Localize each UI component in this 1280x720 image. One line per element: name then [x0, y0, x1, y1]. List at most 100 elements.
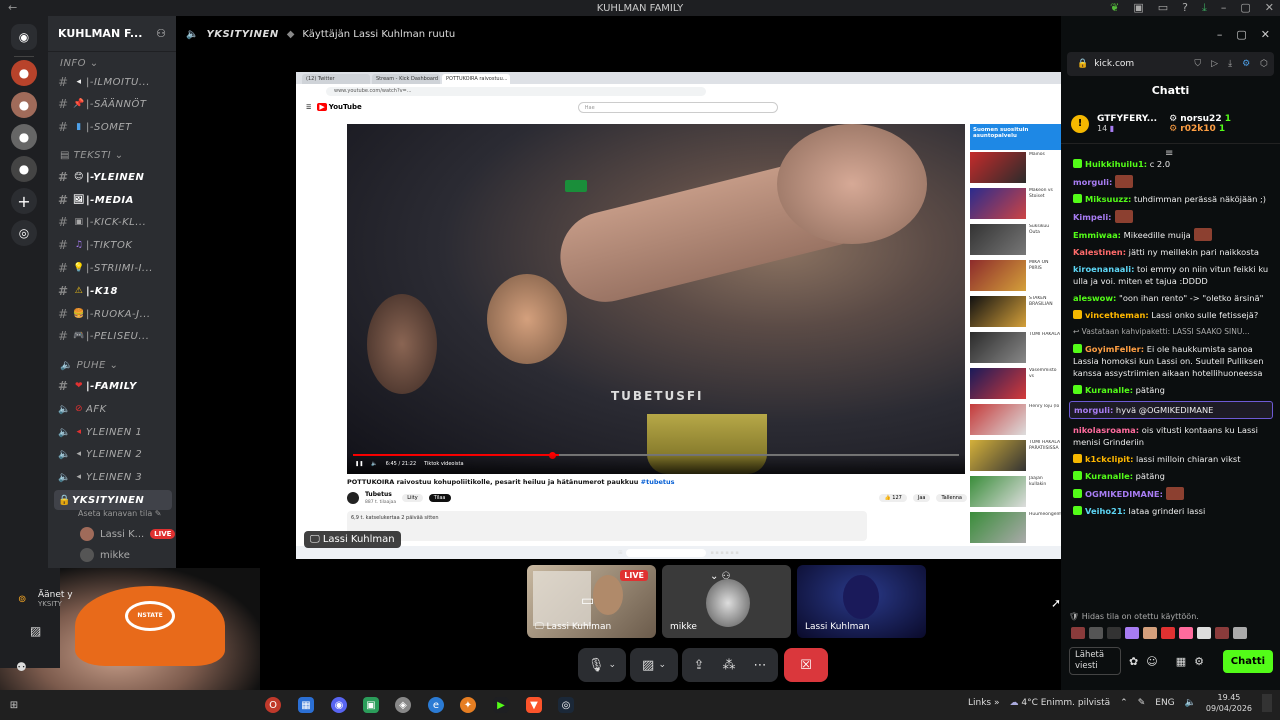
channel-somet[interactable]: # ▮ |-SOMET — [58, 117, 170, 137]
maximize-icon[interactable]: ▢ — [1240, 1, 1250, 15]
pen-icon[interactable]: ✎ — [1138, 698, 1146, 708]
channel-peliseura[interactable]: # 🎮 |-PELISEU... — [58, 326, 170, 346]
speaker-icon[interactable]: 🔈 — [1185, 698, 1196, 708]
chat-input[interactable]: Lähetä viesti — [1069, 647, 1121, 675]
download-icon[interactable]: ⤓ — [1228, 59, 1232, 69]
chat-username[interactable]: Kimpeli: — [1073, 212, 1112, 222]
discord-icon[interactable]: ◉ — [331, 697, 347, 713]
voice-member[interactable]: Lassi K... LIVE — [80, 527, 176, 541]
voice-channel-yleinen-3[interactable]: 🔈 ◂ YLEINEN 3 — [58, 467, 170, 487]
emote[interactable] — [1161, 627, 1175, 639]
emote[interactable] — [1179, 627, 1193, 639]
emote[interactable] — [1143, 627, 1157, 639]
chat-username[interactable]: OGMIKEDIMANE: — [1085, 489, 1163, 499]
address-bar[interactable]: 🔒 kick.com ⛉ ▷ ⤓ ⚙ ⬡ — [1067, 52, 1274, 76]
chat-username[interactable]: vincetheman: — [1085, 310, 1149, 320]
emote[interactable] — [1107, 627, 1121, 639]
opera-icon[interactable]: O — [265, 697, 281, 713]
camera-button[interactable]: ▨ ⌄ — [630, 648, 678, 682]
kick-icon[interactable]: ▶ — [493, 697, 509, 713]
chat-message[interactable]: Miksuuzz: tuhdimman perässä näköjään ;) — [1073, 193, 1273, 205]
edge-icon[interactable]: e — [428, 697, 444, 713]
window-icon[interactable]: ▭ — [1158, 1, 1168, 15]
steam-icon[interactable]: ◎ — [558, 697, 574, 713]
activities-icon[interactable]: ⁂ — [722, 658, 735, 673]
clock[interactable]: 19.45 09/04/2026 — [1206, 692, 1252, 714]
chat-username[interactable]: Miksuuzz: — [1085, 194, 1131, 204]
chat-username[interactable]: k1ckclipit: — [1085, 454, 1133, 464]
app-icon[interactable]: ▦ — [298, 697, 314, 713]
camera-off-icon[interactable]: ▨ — [30, 624, 41, 638]
participant-tile[interactable]: LIVE ▭ 🖵 Lassi Kuhlman — [527, 565, 656, 638]
screen-share-icon[interactable]: ⇪ — [694, 658, 705, 673]
chat-username[interactable]: morguli: — [1074, 405, 1113, 415]
more-icon[interactable]: ⋯ — [753, 658, 766, 673]
chat-message[interactable]: kiroenanaali: toi emmy on niin vitun fei… — [1073, 263, 1273, 287]
channel-kick-klipit[interactable]: # ▣ |-KICK-KL... — [58, 212, 170, 232]
chat-message[interactable]: Kalestinen: jätti ny meillekin pari naik… — [1073, 246, 1273, 258]
chat-username[interactable]: GoyimFeller: — [1085, 344, 1144, 354]
chat-username[interactable]: kiroenanaali: — [1073, 264, 1134, 274]
minimize-icon[interactable]: – — [1217, 28, 1223, 41]
emote[interactable] — [1089, 627, 1103, 639]
chat-username[interactable]: morguli: — [1073, 177, 1112, 187]
server-icon[interactable]: ● — [11, 60, 37, 86]
notification-icon[interactable] — [1262, 694, 1272, 712]
add-server-icon[interactable]: + — [11, 188, 37, 214]
channel-ruoka[interactable]: # 🍔 |-RUOKA-J... — [58, 304, 170, 324]
participant-tile[interactable]: Lassi Kuhlman — [797, 565, 926, 638]
category-info[interactable]: INFO ⌄ — [60, 58, 99, 69]
voice-channel-yleinen-2[interactable]: 🔈 ◂ YLEINEN 2 — [58, 444, 170, 464]
chat-message[interactable]: aleswow: "oon ihan rento" -> "oletko ärs… — [1073, 292, 1273, 304]
start-icon[interactable]: ⊞ — [6, 697, 22, 713]
play-icon[interactable]: ▷ — [1211, 59, 1218, 69]
server-icon[interactable]: ● — [11, 92, 37, 118]
chat-message[interactable]: Emmiwaa: Mikeedille muija — [1073, 228, 1273, 241]
chat-username[interactable]: Kuranalle: — [1085, 385, 1133, 395]
chat-message[interactable]: k1ckclipit: lassi milloin chiaran vikst — [1073, 453, 1273, 465]
invite-icon[interactable]: ⚇ — [156, 27, 166, 40]
emote[interactable] — [1197, 627, 1211, 639]
chat-username[interactable]: aleswow: — [1073, 293, 1116, 303]
chat-message[interactable]: Huikkihuilu1: c 2.0 — [1073, 158, 1273, 170]
discord-home-icon[interactable]: ◉ — [11, 24, 37, 50]
chat-message[interactable]: morguli: — [1073, 175, 1273, 188]
chat-username[interactable]: Huikkihuilu1: — [1085, 159, 1147, 169]
language-indicator[interactable]: ENG — [1155, 698, 1174, 708]
more-options-icon[interactable]: ⌄ ⚇ — [710, 571, 731, 582]
inbox-icon[interactable]: ▣ — [1133, 1, 1143, 15]
microphone-button[interactable]: 🎙 ⌄ — [578, 648, 626, 682]
browser-tab[interactable]: POTTUKOIRA raivostuu... — [442, 74, 510, 84]
firefox-icon[interactable]: ✦ — [460, 697, 476, 713]
minimize-icon[interactable]: – — [1221, 1, 1227, 15]
close-icon[interactable]: ✕ — [1265, 1, 1274, 15]
chat-message[interactable]: Kimpeli: — [1073, 210, 1273, 223]
channel-tiktok[interactable]: # ♫ |-TIKTOK — [58, 235, 170, 255]
voice-channel-afk[interactable]: 🔈 ⊘ AFK — [58, 399, 170, 419]
chat-message[interactable]: OGMIKEDIMANE: — [1073, 487, 1273, 500]
voice-channel-yksityinen[interactable]: 🔒 YKSITYINEN — [54, 490, 172, 510]
channel-ilmoitukset[interactable]: # ◂ |-ILMOITU... — [58, 72, 170, 92]
cube-icon[interactable]: ⬡ — [1260, 59, 1268, 69]
tray-up-icon[interactable]: ⌃ — [1120, 698, 1128, 708]
help-icon[interactable]: ? — [1182, 1, 1188, 15]
server-icon[interactable]: ● — [11, 156, 37, 182]
maximize-icon[interactable]: ▢ — [1236, 28, 1246, 41]
channel-media[interactable]: # 🖼 |-MEDIA — [58, 190, 170, 210]
chat-message[interactable]: morguli: hyvä @OGMIKEDIMANE — [1069, 401, 1273, 419]
category-teksti[interactable]: ▤ TEKSTI ⌄ — [60, 150, 124, 161]
emoji-icon[interactable]: ☺ — [1146, 655, 1157, 668]
browser-tab[interactable]: Stream - Kick Dashboard — [372, 74, 440, 84]
discover-icon[interactable]: ◎ — [11, 220, 37, 246]
emote-picker-icon[interactable]: ✿ — [1129, 655, 1138, 668]
channel-k18[interactable]: # ⚠ |-K18 — [58, 281, 170, 301]
chat-message[interactable]: nikolasroama: ois vitusti kontaans ku La… — [1073, 424, 1273, 448]
participant-tile[interactable]: ⌄ ⚇ mikke — [662, 565, 791, 638]
chat-username[interactable]: Veiho21: — [1085, 506, 1126, 516]
server-icon[interactable]: ● — [11, 124, 37, 150]
emote[interactable] — [1215, 627, 1229, 639]
send-chat-button[interactable]: Chatti — [1222, 649, 1273, 673]
emote[interactable] — [1071, 627, 1085, 639]
weather-widget[interactable]: ☁ 4°C Enimm. pilvistä — [1010, 698, 1111, 708]
voice-channel-family[interactable]: # ❤ |-FAMILY — [58, 376, 170, 396]
